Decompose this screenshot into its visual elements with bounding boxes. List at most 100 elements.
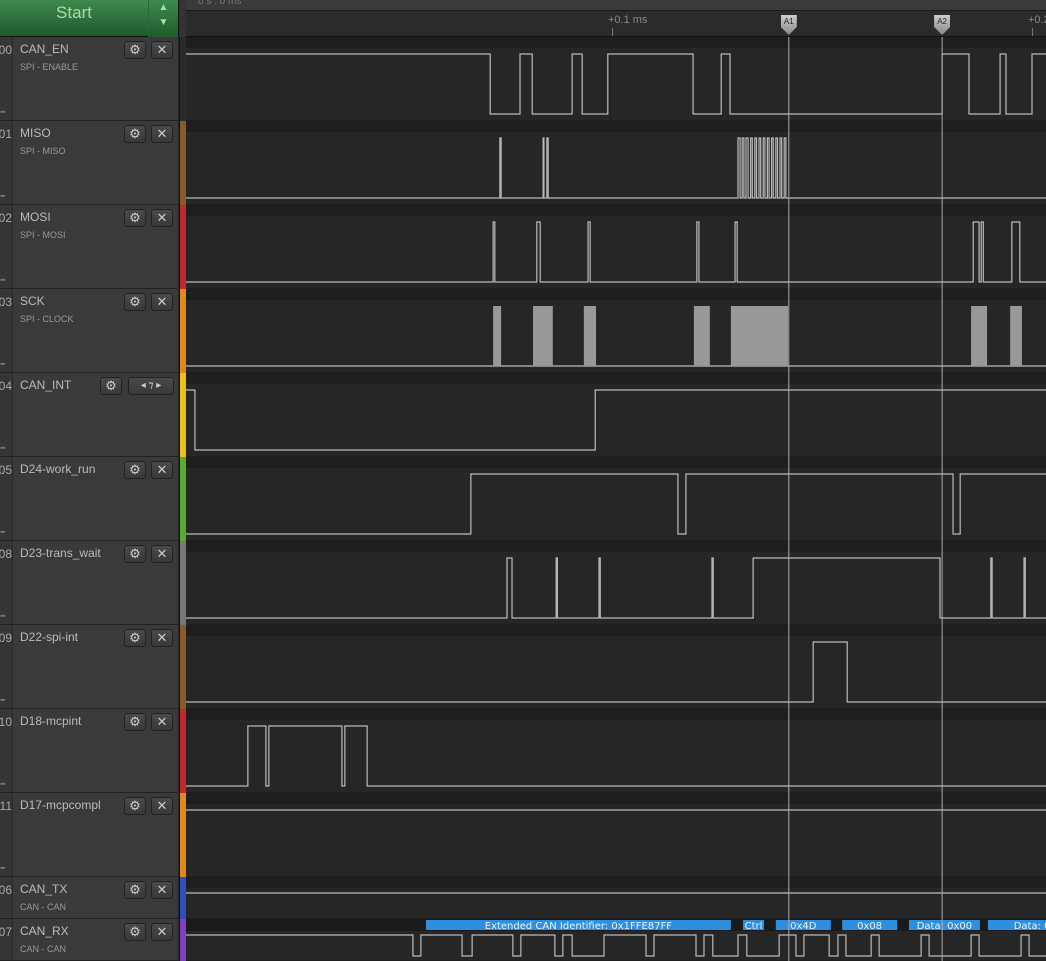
clock-burst	[693, 306, 710, 366]
settings-button[interactable]: ⚙	[124, 881, 146, 899]
trigger-edge-selector[interactable]: ◂ ⁊ ▸	[128, 377, 174, 395]
close-button[interactable]: ✕	[151, 923, 173, 941]
settings-button[interactable]: ⚙	[124, 629, 146, 647]
waveform-d18-mcpint	[186, 725, 1046, 787]
channel-d18-mcpint[interactable]: 10 D18-mcpint ▪▪▪ ⚙ ✕	[0, 709, 178, 793]
channel-analyzer: CAN - CAN	[20, 944, 67, 954]
channel-name[interactable]: D24-work_run	[20, 462, 95, 476]
close-icon: ✕	[156, 798, 168, 813]
close-icon: ✕	[156, 210, 168, 225]
start-button[interactable]: Start	[0, 0, 148, 37]
arrow-down-icon[interactable]: ▼	[149, 15, 178, 30]
chevron-right-icon[interactable]: ▸	[156, 380, 161, 391]
waveform-miso	[186, 137, 1046, 199]
gear-icon: ⚙	[129, 126, 141, 141]
channel-sck[interactable]: 03 SCK SPI - CLOCK ▪▪▪ ⚙ ✕	[0, 289, 178, 373]
ruler-tick	[612, 28, 613, 36]
channel-can_rx[interactable]: 07 CAN_RX CAN - CAN ⚙ ✕	[0, 919, 178, 961]
close-icon: ✕	[156, 546, 168, 561]
channel-index: 03	[0, 289, 13, 372]
channel-mosi[interactable]: 02 MOSI SPI - MOSI ▪▪▪ ⚙ ✕	[0, 205, 178, 289]
drag-handle[interactable]: ▪▪▪	[0, 529, 6, 536]
clock-burst	[583, 306, 597, 366]
close-button[interactable]: ✕	[151, 713, 173, 731]
channel-name[interactable]: CAN_INT	[20, 378, 71, 392]
drag-handle[interactable]: ▪▪▪	[0, 361, 6, 368]
drag-handle[interactable]: ▪▪▪	[0, 865, 6, 872]
close-button[interactable]: ✕	[151, 209, 173, 227]
drag-handle[interactable]: ▪▪▪	[0, 613, 6, 620]
channel-color-strip	[179, 919, 186, 961]
decoded-label: 0x08	[857, 921, 882, 932]
decoded-label: Data: 0x00	[917, 921, 972, 932]
settings-button[interactable]: ⚙	[124, 923, 146, 941]
drag-handle[interactable]: ▪▪▪	[0, 445, 6, 452]
channel-name[interactable]: D22-spi-int	[20, 630, 78, 644]
waveform-area[interactable]: Extended CAN Identifier: 0x1FFE87FF Ctrl 0…	[186, 37, 1046, 961]
close-button[interactable]: ✕	[151, 461, 173, 479]
channel-color-strip	[179, 793, 186, 877]
clock-burst	[1010, 306, 1022, 366]
channel-name[interactable]: CAN_RX	[20, 924, 69, 938]
settings-button[interactable]: ⚙	[124, 797, 146, 815]
arrow-up-icon[interactable]: ▲	[149, 0, 178, 15]
channel-color-strip	[179, 877, 186, 919]
channel-name[interactable]: D17-mcpcompl	[20, 798, 101, 812]
chevron-left-icon[interactable]: ◂	[141, 380, 146, 391]
gear-icon: ⚙	[129, 42, 141, 57]
channel-name[interactable]: SCK	[20, 294, 45, 308]
close-button[interactable]: ✕	[151, 545, 173, 563]
channel-color-strip	[179, 457, 186, 541]
channel-color-strip	[179, 709, 186, 793]
settings-button[interactable]: ⚙	[124, 545, 146, 563]
close-button[interactable]: ✕	[151, 881, 173, 899]
channel-can_en[interactable]: 00 CAN_EN SPI - ENABLE ▪▪▪ ⚙ ✕	[0, 37, 178, 121]
channel-d23-trans_wait[interactable]: 08 D23-trans_wait ▪▪▪ ⚙ ✕	[0, 541, 178, 625]
row-gap	[186, 793, 1046, 804]
channel-name[interactable]: D18-mcpint	[20, 714, 81, 728]
channel-d17-mcpcompl[interactable]: 11 D17-mcpcompl ▪▪▪ ⚙ ✕	[0, 793, 178, 877]
channel-color-strip	[179, 373, 186, 457]
time-ruler[interactable]: +0.1 ms +0.2	[186, 10, 1046, 37]
row-gap	[186, 289, 1046, 300]
settings-button[interactable]: ⚙	[100, 377, 122, 395]
channel-name[interactable]: CAN_TX	[20, 882, 67, 896]
drag-handle[interactable]: ▪▪▪	[0, 109, 6, 116]
ruler-tick-label: +0.2	[1028, 14, 1046, 26]
clock-burst	[971, 306, 988, 366]
channel-name[interactable]: D23-trans_wait	[20, 546, 101, 560]
close-button[interactable]: ✕	[151, 41, 173, 59]
close-button[interactable]: ✕	[151, 797, 173, 815]
decoded-frame-field[interactable]: Ctrl	[743, 920, 765, 932]
ruler-tick	[1032, 28, 1033, 36]
channel-name[interactable]: CAN_EN	[20, 42, 69, 56]
settings-button[interactable]: ⚙	[124, 293, 146, 311]
channel-miso[interactable]: 01 MISO SPI - MISO ▪▪▪ ⚙ ✕	[0, 121, 178, 205]
drag-handle[interactable]: ▪▪▪	[0, 193, 6, 200]
decoded-frame-field[interactable]: Data: 0x00	[908, 920, 980, 932]
channel-name[interactable]: MOSI	[20, 210, 51, 224]
drag-handle[interactable]: ▪▪▪	[0, 697, 6, 704]
channel-index: 00	[0, 37, 13, 120]
settings-button[interactable]: ⚙	[124, 41, 146, 59]
close-button[interactable]: ✕	[151, 293, 173, 311]
drag-handle[interactable]: ▪▪▪	[0, 277, 6, 284]
panel-splitter[interactable]	[178, 0, 186, 37]
settings-button[interactable]: ⚙	[124, 713, 146, 731]
start-options-arrows[interactable]: ▲ ▼	[148, 0, 178, 37]
channel-name[interactable]: MISO	[20, 126, 51, 140]
channel-d22-spi-int[interactable]: 09 D22-spi-int ▪▪▪ ⚙ ✕	[0, 625, 178, 709]
channel-d24-work_run[interactable]: 05 D24-work_run ▪▪▪ ⚙ ✕	[0, 457, 178, 541]
row-gap	[186, 877, 1046, 888]
settings-button[interactable]: ⚙	[124, 209, 146, 227]
channel-can_int[interactable]: 04 CAN_INT ▪▪▪ ⚙ ◂ ⁊ ▸	[0, 373, 178, 457]
drag-handle[interactable]: ▪▪▪	[0, 781, 6, 788]
channel-can_tx[interactable]: 06 CAN_TX CAN - CAN ⚙ ✕	[0, 877, 178, 919]
channel-index: 08	[0, 541, 13, 624]
settings-button[interactable]: ⚙	[124, 125, 146, 143]
settings-button[interactable]: ⚙	[124, 461, 146, 479]
channel-index: 02	[0, 205, 13, 288]
close-button[interactable]: ✕	[151, 629, 173, 647]
falling-edge-icon: ⁊	[148, 380, 154, 391]
close-button[interactable]: ✕	[151, 125, 173, 143]
